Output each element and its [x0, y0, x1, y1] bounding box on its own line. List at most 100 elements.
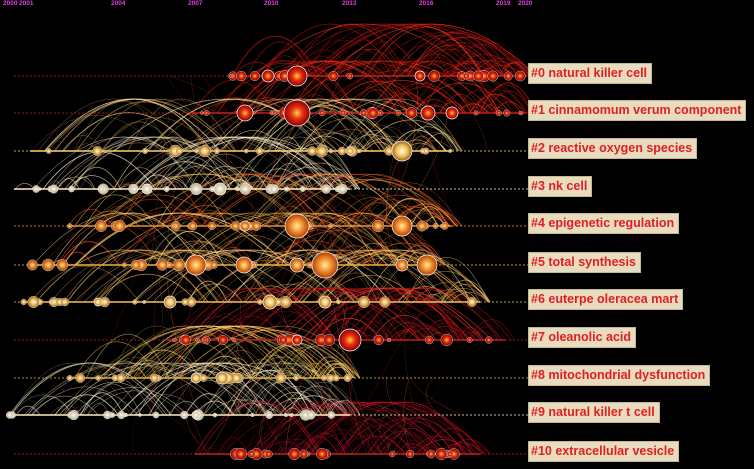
citation-node [316, 448, 328, 460]
citation-node [68, 409, 79, 421]
citation-node-large [239, 220, 251, 232]
citation-arc [102, 121, 176, 152]
citation-node [466, 337, 473, 343]
citation-node [473, 70, 484, 82]
citation-node-large [391, 215, 413, 237]
citation-node [328, 223, 333, 229]
citation-node [180, 410, 189, 420]
citation-node [328, 148, 334, 154]
cluster-label-9[interactable]: #9 natural killer t cell [528, 402, 660, 423]
citation-node [332, 374, 340, 382]
cluster-label-5[interactable]: #5 total synthesis [528, 252, 641, 273]
citation-node [173, 259, 186, 272]
citation-node-large [261, 69, 275, 83]
citation-node [396, 110, 402, 116]
citation-arc [203, 447, 220, 455]
citation-node [172, 337, 177, 343]
citation-node [48, 299, 54, 305]
citation-node [416, 220, 428, 232]
citation-node [142, 147, 149, 154]
cluster-label-3[interactable]: #3 nk cell [528, 176, 593, 197]
citation-node [288, 448, 301, 461]
citation-arc [33, 136, 215, 190]
year-label: 2020 [518, 0, 533, 7]
citation-node [213, 147, 220, 154]
citation-node [142, 300, 147, 304]
citation-node-large [93, 297, 103, 307]
citation-node-large [163, 295, 177, 309]
cross-link [169, 75, 227, 114]
citation-node-large [291, 334, 303, 346]
citation-node [264, 450, 273, 458]
citation-node [419, 148, 426, 154]
citation-node [518, 110, 523, 116]
citation-arcs [8, 23, 537, 455]
citation-node-large [338, 328, 362, 352]
citation-node [66, 223, 73, 229]
citation-node-large [416, 254, 438, 276]
citation-node [180, 334, 192, 346]
citation-node [200, 111, 204, 115]
citation-node [20, 298, 27, 306]
citation-node [235, 186, 240, 192]
citation-node [45, 148, 52, 154]
cluster-label-7[interactable]: #7 oleanolic acid [528, 327, 637, 348]
citation-node [27, 296, 40, 309]
citation-node-large [284, 213, 310, 239]
citation-node-large [289, 257, 305, 273]
citation-node [190, 182, 203, 196]
citation-arc [350, 435, 406, 455]
citation-node [339, 109, 347, 117]
cluster-label-8[interactable]: #8 mitochondrial dysfunction [528, 365, 711, 386]
cluster-label-0[interactable]: #0 natural killer cell [528, 63, 653, 84]
citation-node [195, 337, 200, 343]
cluster-label-6[interactable]: #6 euterpe oleracea mart [528, 289, 684, 310]
citation-node [49, 184, 59, 194]
citation-node [289, 413, 294, 418]
cluster-label-2[interactable]: #2 reactive oxygen species [528, 138, 698, 159]
cross-link [185, 414, 211, 455]
citation-node [5, 411, 14, 419]
citation-node [257, 299, 263, 305]
citation-node [251, 221, 262, 231]
citation-node [229, 73, 234, 78]
cluster-label-4[interactable]: #4 epigenetic regulation [528, 213, 680, 234]
citation-node [272, 110, 278, 116]
citation-node [152, 411, 160, 419]
citation-node [283, 413, 288, 418]
citation-node [346, 72, 353, 80]
citation-node [172, 224, 177, 228]
citation-node [250, 413, 255, 418]
cluster-label-1[interactable]: #1 cinnamomum verum component [528, 100, 747, 121]
citation-arc [56, 221, 159, 266]
citation-node [357, 148, 362, 154]
citation-node [334, 185, 341, 193]
citation-node-large [318, 295, 332, 309]
citation-node [132, 299, 138, 305]
citation-node [428, 70, 441, 82]
citation-node [440, 333, 453, 347]
citation-nodes [5, 65, 526, 461]
citation-node-large [213, 182, 227, 196]
citation-node [514, 70, 526, 82]
citation-node [439, 223, 444, 228]
cross-link [386, 377, 400, 416]
citation-node-large [414, 70, 426, 82]
citation-arc [85, 173, 318, 227]
citation-node-large [345, 146, 355, 156]
citation-node [243, 148, 249, 154]
citation-node [230, 221, 241, 231]
citation-node [66, 375, 73, 381]
citation-node [466, 297, 477, 307]
citation-node [358, 296, 371, 309]
year-label: 2019 [496, 0, 511, 7]
citation-node [425, 335, 434, 345]
cluster-label-10[interactable]: #10 extracellular vesicle [528, 441, 680, 462]
citation-arc [72, 166, 122, 190]
year-label: 2001 [19, 0, 34, 7]
citation-arc [30, 265, 140, 303]
citation-node [306, 410, 316, 420]
citation-node-large [283, 99, 311, 127]
citation-node [32, 185, 41, 193]
citation-node [212, 412, 218, 418]
